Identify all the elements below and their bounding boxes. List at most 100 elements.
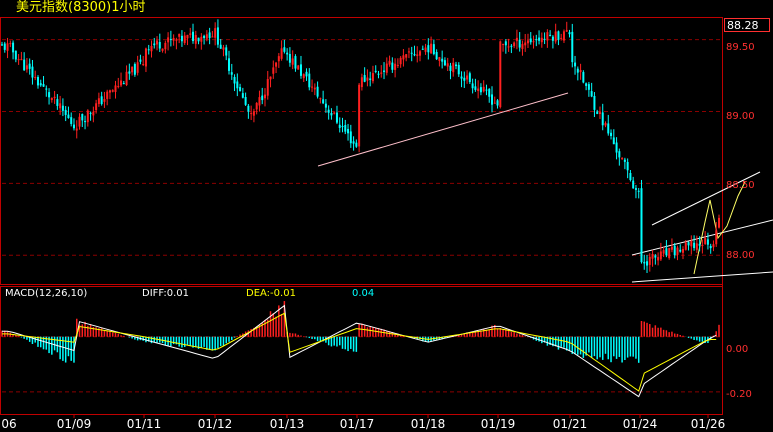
candle-up bbox=[280, 48, 283, 59]
candle-down bbox=[585, 83, 588, 86]
candle-down bbox=[324, 103, 327, 108]
candle-down bbox=[197, 37, 200, 42]
candle-down bbox=[576, 68, 579, 73]
candle-up bbox=[194, 34, 197, 44]
candle-down bbox=[587, 84, 590, 90]
candle-up bbox=[598, 112, 601, 114]
candle-up bbox=[78, 116, 81, 127]
candle-down bbox=[549, 34, 552, 37]
candle-down bbox=[42, 84, 45, 87]
candle-down bbox=[643, 261, 646, 264]
candle-down bbox=[471, 83, 474, 89]
candle-down bbox=[427, 45, 430, 53]
candle-down bbox=[208, 32, 211, 38]
x-tick-label: 06 bbox=[1, 417, 17, 431]
candle-up bbox=[17, 59, 20, 61]
candle-up bbox=[659, 251, 662, 260]
candle-down bbox=[230, 72, 233, 75]
candle-up bbox=[175, 39, 178, 41]
candle-down bbox=[169, 39, 172, 41]
candle-down bbox=[610, 132, 613, 137]
candle-down bbox=[496, 100, 499, 106]
candle-up bbox=[371, 73, 374, 82]
candle-up bbox=[385, 63, 388, 73]
candle-down bbox=[3, 43, 6, 50]
candle-down bbox=[241, 93, 244, 98]
candle-up bbox=[715, 230, 718, 245]
candle-down bbox=[432, 44, 435, 55]
x-tick-label: 01/09 bbox=[56, 417, 92, 431]
candle-up bbox=[388, 60, 391, 65]
candle-up bbox=[684, 242, 687, 250]
candle-up bbox=[252, 111, 255, 116]
candle-down bbox=[455, 64, 458, 67]
candle-up bbox=[53, 96, 56, 99]
candle-up bbox=[20, 59, 23, 61]
candle-up bbox=[670, 246, 673, 250]
candle-up bbox=[161, 48, 164, 51]
candle-up bbox=[366, 77, 369, 81]
candle-down bbox=[687, 242, 690, 246]
candle-down bbox=[383, 70, 386, 72]
candle-up bbox=[562, 31, 565, 41]
candle-down bbox=[632, 180, 635, 189]
chart-canvas bbox=[0, 17, 773, 418]
candle-down bbox=[12, 42, 15, 53]
candle-down bbox=[626, 161, 629, 171]
candle-down bbox=[344, 125, 347, 132]
candle-down bbox=[308, 73, 311, 88]
candle-down bbox=[67, 114, 70, 119]
candle-up bbox=[554, 31, 557, 42]
candle-down bbox=[543, 38, 546, 40]
candle-up bbox=[380, 72, 383, 74]
candle-down bbox=[128, 71, 131, 74]
candle-down bbox=[590, 91, 593, 97]
candle-down bbox=[607, 123, 610, 134]
candle-up bbox=[277, 56, 280, 62]
candle-up bbox=[313, 87, 316, 90]
chart-title: 美元指数(8300)1小时 bbox=[16, 0, 146, 15]
candle-down bbox=[596, 111, 599, 114]
candle-up bbox=[108, 90, 111, 93]
candle-up bbox=[565, 30, 568, 32]
x-tick-label: 01/11 bbox=[126, 417, 162, 431]
macd-y-tick-label: -0.20 bbox=[726, 389, 752, 400]
candle-down bbox=[535, 39, 538, 41]
candle-down bbox=[192, 31, 195, 42]
candle-down bbox=[316, 86, 319, 97]
price-panel-frame bbox=[0, 17, 723, 285]
candle-down bbox=[474, 86, 477, 90]
candle-down bbox=[299, 64, 302, 76]
candle-down bbox=[236, 81, 239, 89]
candle-down bbox=[640, 188, 643, 263]
candle-down bbox=[634, 188, 637, 190]
candle-up bbox=[446, 63, 449, 67]
candle-up bbox=[466, 75, 469, 80]
candle-down bbox=[698, 243, 701, 246]
candle-down bbox=[460, 76, 463, 79]
candle-up bbox=[6, 43, 9, 51]
candle-up bbox=[507, 46, 510, 48]
candle-down bbox=[593, 95, 596, 110]
candle-down bbox=[139, 59, 142, 62]
x-tick-label: 01/13 bbox=[269, 417, 305, 431]
candle-down bbox=[654, 255, 657, 258]
candle-down bbox=[352, 141, 355, 144]
candle-down bbox=[28, 63, 31, 69]
candle-up bbox=[540, 37, 543, 43]
candle-down bbox=[568, 32, 571, 35]
candle-up bbox=[682, 248, 685, 253]
candle-down bbox=[673, 245, 676, 256]
trend-lines bbox=[317, 92, 773, 283]
candle-down bbox=[216, 27, 219, 45]
candle-up bbox=[402, 55, 405, 60]
candle-up bbox=[319, 98, 322, 100]
candle-down bbox=[468, 73, 471, 83]
candle-up bbox=[103, 99, 106, 102]
candle-down bbox=[233, 76, 236, 84]
candle-up bbox=[604, 123, 607, 126]
candle-down bbox=[81, 114, 84, 121]
candle-up bbox=[416, 54, 419, 56]
candle-up bbox=[297, 65, 300, 70]
candle-up bbox=[499, 41, 502, 108]
